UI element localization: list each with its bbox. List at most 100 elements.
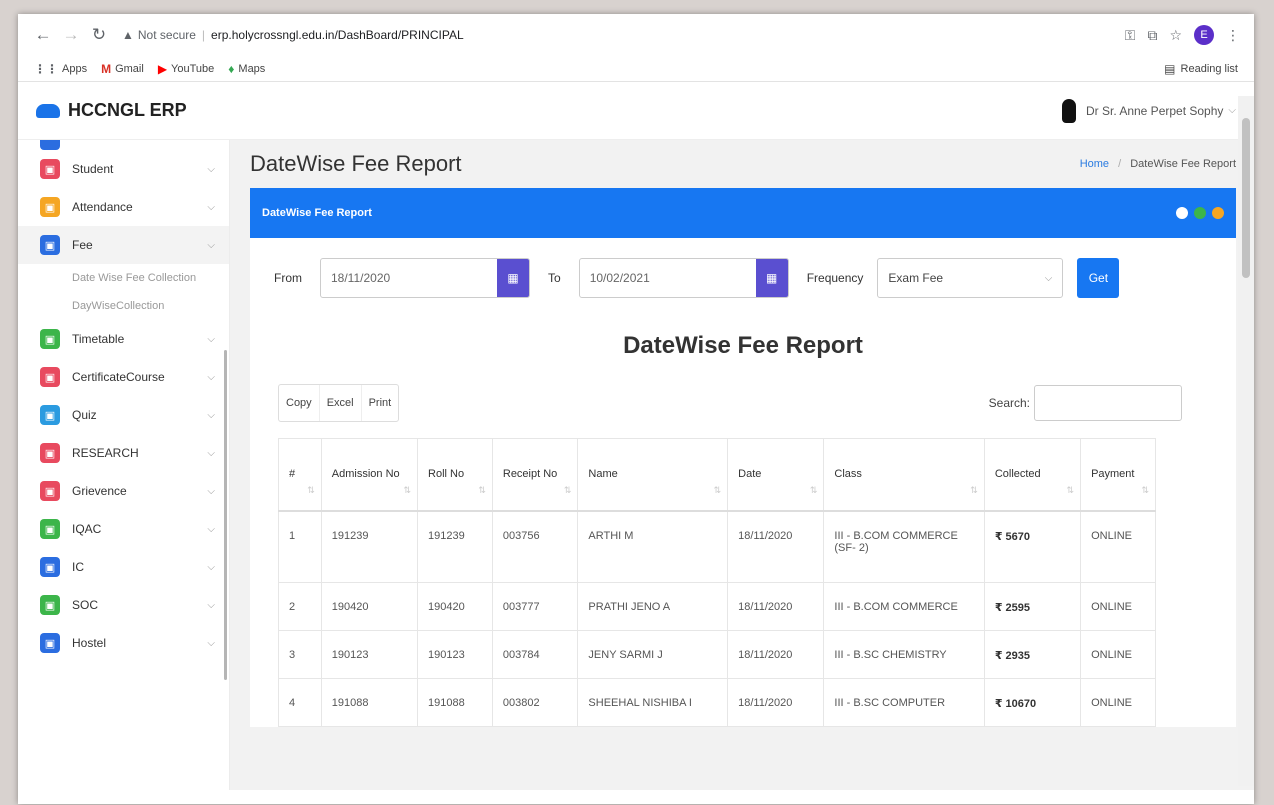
sidebar-item-timetable[interactable]: ▣ Timetable ⌵ [18,320,229,358]
warning-icon: ▲ [122,28,134,42]
table-cell: ONLINE [1080,510,1156,583]
to-label: To [548,271,561,285]
table-cell: 190420 [417,582,493,631]
chevron-down-icon: ⌵ [207,163,215,175]
column-header[interactable]: Admission No ⇅ [320,438,419,512]
bookmark-maps[interactable]: ♦ Maps [228,62,265,76]
calendar-icon[interactable]: ▦ [755,259,788,297]
maps-pin-icon: ♦ [228,61,235,76]
column-header[interactable]: # ⇅ [278,438,322,512]
table-cell: 191239 [417,510,493,583]
sidebar-item-iqac[interactable]: ▣ IQAC ⌵ [18,510,229,548]
url-text: erp.holycrossngl.edu.in/DashBoard/PRINCI… [211,28,464,42]
frequency-value: Exam Fee [888,271,944,285]
app-logo[interactable]: HCCNGL ERP [36,100,187,121]
print-button[interactable]: Print [362,385,399,421]
bookmark-youtube[interactable]: ▶ YouTube [158,62,214,76]
forward-icon[interactable]: → [60,25,82,45]
share-icon[interactable]: ⧉ [1147,27,1157,44]
table-cell: 4 [278,678,322,727]
sidebar-item-label: Timetable [72,332,125,346]
user-menu[interactable]: Dr Sr. Anne Perpet Sophy ⌵ [1061,98,1236,123]
sidebar-item-research[interactable]: ▣ RESEARCH ⌵ [18,434,229,472]
frequency-select[interactable]: Exam Fee ⌵ [877,258,1064,298]
report-title: DateWise Fee Report [623,332,863,359]
column-header-label: Roll No [428,468,465,481]
reload-icon[interactable]: ↻ [88,25,110,45]
search-input[interactable] [1034,385,1182,421]
reading-list[interactable]: ▤ Reading list [1164,62,1238,76]
sidebar-item-grievence[interactable]: ▣ Grievence ⌵ [18,472,229,510]
profile-avatar[interactable]: E [1194,25,1214,45]
column-header[interactable]: Receipt No ⇅ [491,438,579,512]
to-date-input[interactable]: 10/02/2021 [580,259,756,297]
sidebar-item-quiz[interactable]: ▣ Quiz ⌵ [18,396,229,434]
chevron-down-icon: ⌵ [207,561,215,573]
key-icon[interactable]: ⚿ [1125,27,1136,44]
table-cell: 190123 [417,630,493,679]
bookmark-label: YouTube [171,62,215,75]
user-avatar-icon [1061,98,1076,123]
chevron-down-icon: ⌵ [1228,105,1236,116]
breadcrumb-home[interactable]: Home [1080,158,1109,170]
get-button[interactable]: Get [1077,258,1120,298]
app-logo-text: HCCNGL ERP [68,100,187,120]
column-header-label: Admission No [331,468,400,481]
sidebar-item-fee[interactable]: ▣ Fee ⌵ [18,226,229,264]
page-scrollbar[interactable] [1238,96,1254,786]
search-label: Search: [988,396,1030,410]
column-header[interactable]: Collected ⇅ [983,438,1082,512]
sidebar-item-label: Fee [72,238,93,252]
sidebar-item-student[interactable]: ▣ Student ⌵ [18,150,229,188]
copy-button[interactable]: Copy [279,385,320,421]
menu-kebab-icon[interactable]: ⋮ [1226,27,1240,44]
from-label: From [274,271,302,285]
sidebar-subitem[interactable]: Date Wise Fee Collection [18,264,229,292]
breadcrumb-separator: / [1118,158,1122,170]
url-field[interactable]: ▲ Not secure | erp.holycrossngl.edu.in/D… [122,20,1125,50]
column-header[interactable]: Name ⇅ [577,438,729,512]
table-cell: 18/11/2020 [727,510,825,583]
sort-icon: ⇅ [403,485,412,495]
collapse-icon[interactable] [1176,207,1188,219]
youtube-icon: ▶ [157,61,168,76]
card-header: DateWise Fee Report [250,188,1236,238]
column-header[interactable]: Roll No ⇅ [417,438,493,512]
from-date-input[interactable]: 18/11/2020 [321,259,497,297]
sidebar-item-label: Student [72,162,114,176]
remove-icon[interactable] [1212,207,1224,219]
sidebar-item-label: Grievence [72,484,127,498]
calendar-icon[interactable]: ▦ [497,259,529,297]
sidebar-item-attendance[interactable]: ▣ Attendance ⌵ [18,188,229,226]
table-cell: 003756 [491,510,579,583]
table-cell: 003777 [491,582,579,631]
expand-icon[interactable] [1194,207,1206,219]
column-header[interactable]: Date ⇅ [727,438,825,512]
sidebar-partial-icon [40,140,60,150]
bookmark-gmail[interactable]: M Gmail [101,62,144,76]
back-icon[interactable]: ← [32,25,54,45]
sidebar-item-ic[interactable]: ▣ IC ⌵ [18,548,229,586]
sidebar-item-soc[interactable]: ▣ SOC ⌵ [18,586,229,624]
column-header[interactable]: Payment ⇅ [1080,438,1156,512]
bookmarks-bar: ⋮⋮ Apps M Gmail ▶ YouTube ♦ Maps ▤ Reading list [18,56,1254,82]
column-header-label: Payment [1091,468,1135,481]
column-header[interactable]: Class ⇅ [823,438,985,512]
sidebar-item-certificatecourse[interactable]: ▣ CertificateCourse ⌵ [18,358,229,396]
sidebar-item-hostel[interactable]: ▣ Hostel ⌵ [18,624,229,662]
sort-icon: ⇅ [1141,485,1149,495]
table-cell: 18/11/2020 [727,630,825,679]
fee-table: # ⇅ Admission No ⇅ Roll No ⇅ Receipt No ⇅ Name ⇅ D… [278,438,1156,727]
scrollbar-thumb[interactable] [1242,118,1250,278]
apps-grid-icon: ⋮⋮ [34,61,58,76]
sidebar-item-label: Hostel [72,636,107,650]
bookmark-label: Gmail [115,62,144,75]
bookmark-apps[interactable]: ⋮⋮ Apps [34,62,87,76]
chevron-down-icon: ⌵ [207,371,215,383]
sidebar-subitem[interactable]: DayWiseCollection [18,292,229,320]
star-icon[interactable]: ☆ [1169,27,1182,44]
iqac-icon: ▣ [40,519,60,539]
browser-window: ← → ↻ ▲ Not secure | erp.holycrossngl.ed… [18,14,1254,804]
sidebar-scrollbar[interactable] [224,350,227,680]
excel-button[interactable]: Excel [320,385,362,421]
